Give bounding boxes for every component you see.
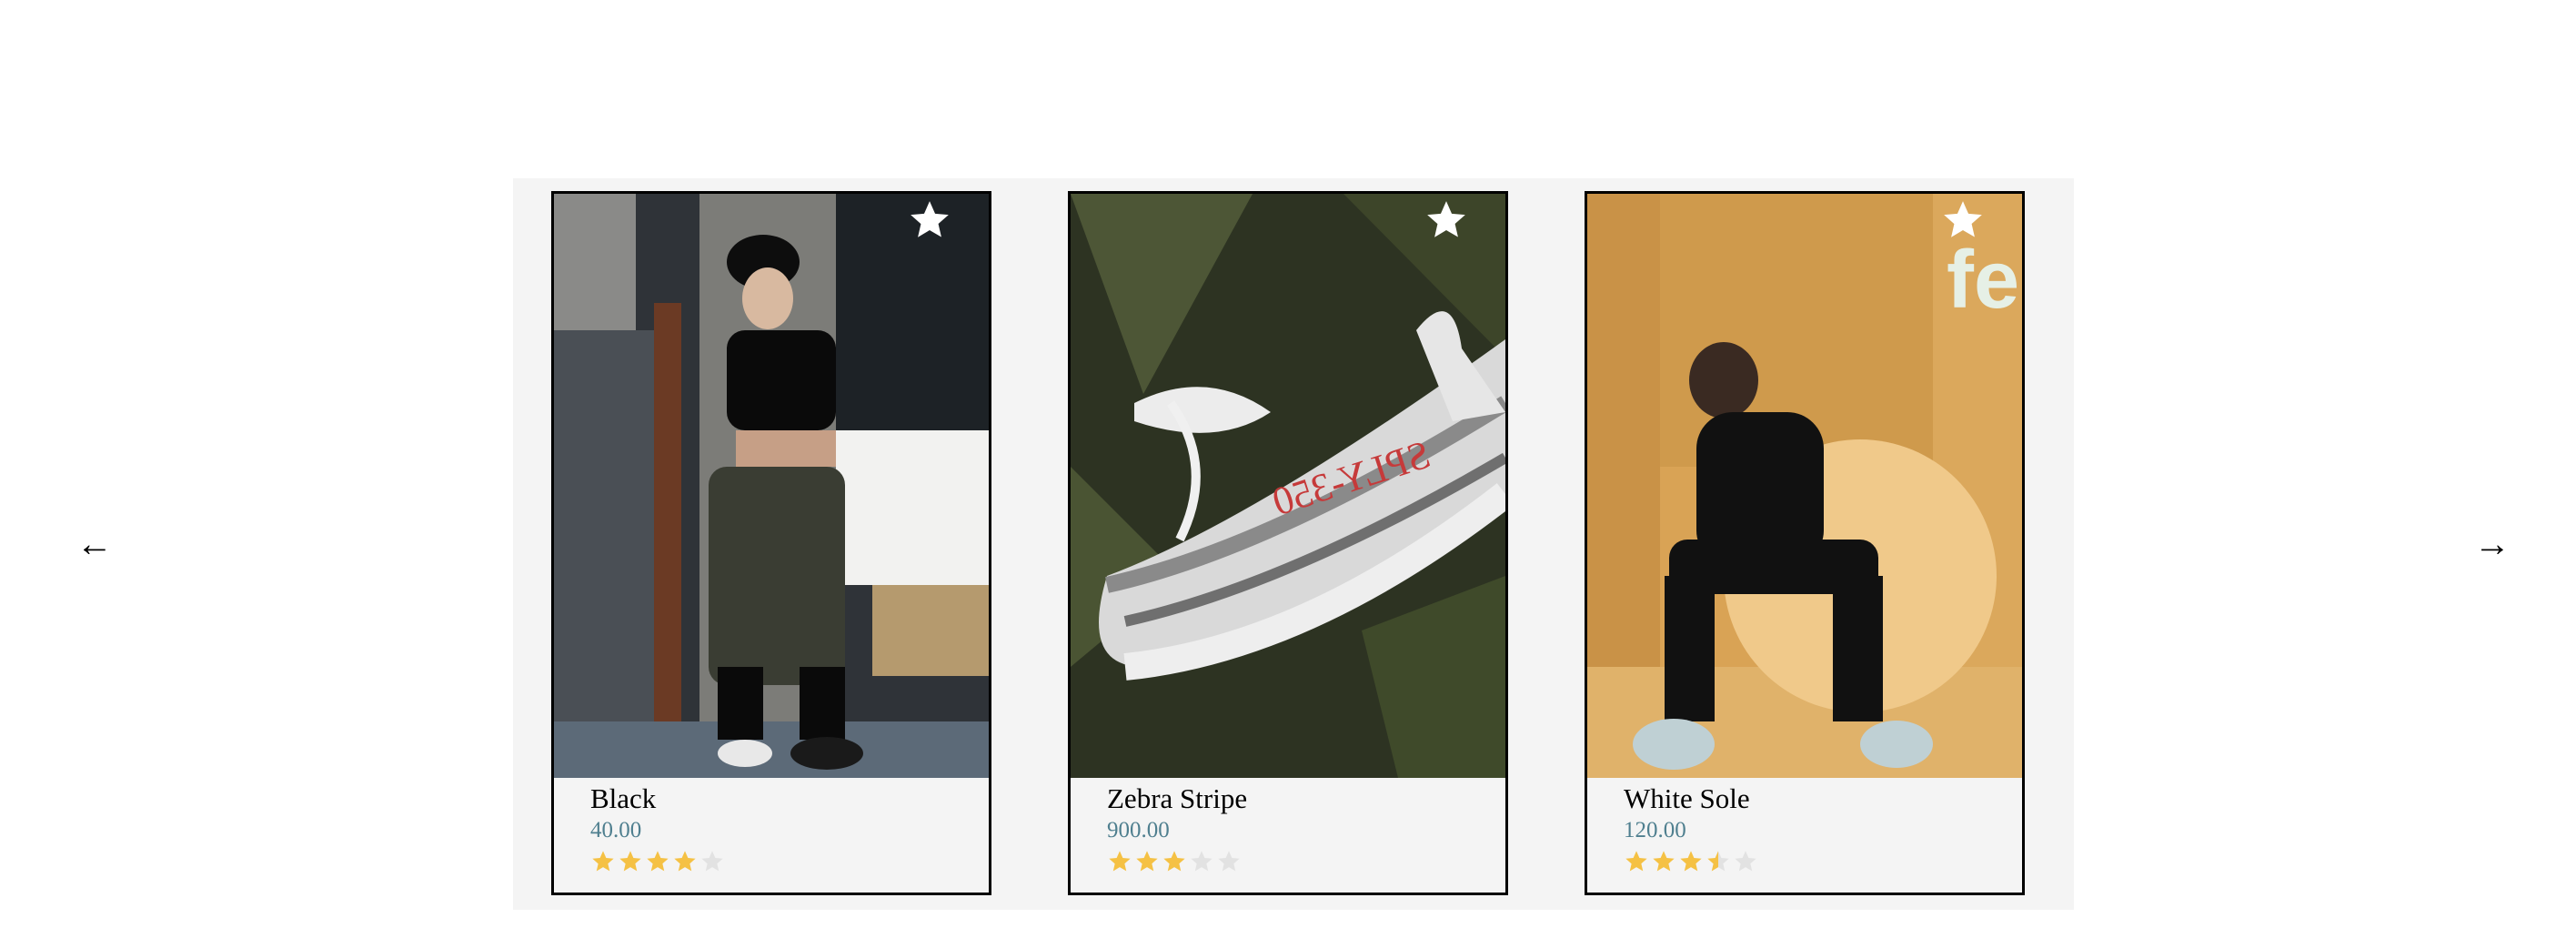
rating-star-icon [1109,851,1131,872]
product-card[interactable]: fe White Sole 120.00 [1585,191,2025,895]
rating-star-icon [1625,851,1647,872]
rating-star-icon [1218,851,1240,872]
rating-star-icon [619,851,641,872]
product-card[interactable]: SPLY-350 Zebra Stripe 900.00 [1068,191,1508,895]
rating-star-icon [1680,851,1702,872]
product-info: Zebra Stripe 900.00 [1107,782,1487,874]
rating-star-icon [1735,851,1756,872]
product-card[interactable]: Black 40.00 [551,191,991,895]
rating-star-icon [1707,851,1729,872]
product-price: 900.00 [1107,818,1170,842]
rating-star-icon [647,851,669,872]
product-price: 120.00 [1624,818,1686,842]
svg-text:fe: fe [1947,235,2019,326]
product-info: Black 40.00 [590,782,971,874]
product-name: Black [590,782,657,814]
product-name: Zebra Stripe [1107,782,1248,814]
rating-star-icon [1653,851,1675,872]
product-image-white-sole: fe [1587,194,2022,778]
favorite-star-icon[interactable] [1940,197,1986,243]
rating-star-icon [1163,851,1185,872]
product-image-zebra-stripe: SPLY-350 [1071,194,1505,778]
rating-star-icon [592,851,614,872]
product-name: White Sole [1624,782,1750,814]
favorite-star-icon[interactable] [907,197,952,243]
product-info: White Sole 120.00 [1624,782,2004,874]
prev-arrow-button[interactable]: ← [58,517,131,571]
product-rating [1107,849,1487,874]
rating-star-icon [674,851,696,872]
rating-star-icon [701,851,723,872]
rating-star-icon [1136,851,1158,872]
product-price: 40.00 [590,818,642,842]
favorite-star-icon[interactable] [1424,197,1469,243]
rating-star-icon [1191,851,1213,872]
product-image-black [554,194,989,778]
product-carousel: Black 40.00 SPLY-350 Zebra Stripe 900.00… [513,178,2074,910]
next-arrow-button[interactable]: → [2456,517,2529,571]
product-rating [590,849,971,874]
product-rating [1624,849,2004,874]
